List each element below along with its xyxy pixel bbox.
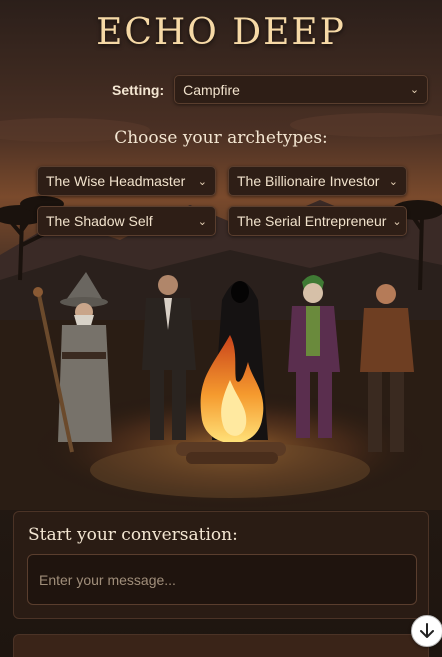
chevron-down-icon: ⌄ <box>409 84 420 96</box>
archetype-select-value: The Shadow Self <box>46 213 153 229</box>
grinning-figure <box>288 275 340 438</box>
setting-select-value: Campfire <box>183 81 240 98</box>
bottom-panel <box>13 634 429 657</box>
conversation-heading: Start your conversation: <box>28 525 238 545</box>
setting-select[interactable]: Campfire ⌄ <box>174 75 429 104</box>
archetype-select-2[interactable]: The Billionaire Investor ⌄ <box>228 166 407 196</box>
setting-label: Setting: <box>112 81 165 98</box>
archetype-select-3[interactable]: The Shadow Self ⌄ <box>37 206 216 236</box>
scroll-down-button[interactable] <box>411 615 442 647</box>
archetypes-heading: Choose your archetypes: <box>114 128 328 148</box>
archetype-selects: The Wise Headmaster ⌄ The Billionaire In… <box>37 166 407 236</box>
message-input[interactable] <box>27 554 417 605</box>
rugged-man-figure <box>360 284 414 452</box>
archetype-select-1[interactable]: The Wise Headmaster ⌄ <box>37 166 216 196</box>
businessman-figure <box>142 275 196 440</box>
app-title: ECHO DEEP <box>96 12 346 53</box>
chevron-down-icon: ⌄ <box>388 175 398 188</box>
archetype-select-value: The Wise Headmaster <box>46 173 186 189</box>
arrow-down-icon <box>420 623 434 638</box>
archetype-select-4[interactable]: The Serial Entrepreneur ⌄ <box>228 206 407 236</box>
archetype-characters-illustration <box>33 272 414 464</box>
archetype-select-value: The Billionaire Investor <box>237 173 380 189</box>
setting-row: Setting: Campfire ⌄ <box>112 75 429 104</box>
conversation-panel: Start your conversation: <box>13 511 429 619</box>
chevron-down-icon: ⌄ <box>392 215 402 228</box>
archetype-select-value: The Serial Entrepreneur <box>237 213 387 229</box>
chevron-down-icon: ⌄ <box>197 175 207 188</box>
wizard-figure <box>33 272 112 453</box>
chevron-down-icon: ⌄ <box>197 215 207 228</box>
